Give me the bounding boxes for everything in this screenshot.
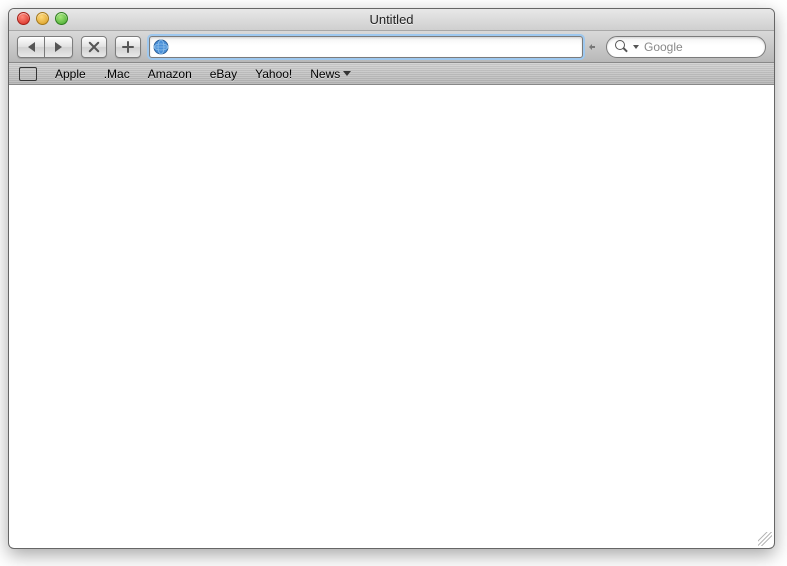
snapback-button[interactable] [586,36,598,58]
bookmark-item-yahoo[interactable]: Yahoo! [255,67,292,81]
bookmark-label: News [310,67,340,81]
address-bar[interactable] [149,36,583,58]
search-field[interactable] [606,36,766,58]
minimize-button[interactable] [36,12,49,25]
add-bookmark-button[interactable] [115,36,141,58]
browser-window: Untitled [8,8,775,549]
chevron-down-icon [343,71,351,76]
traffic-lights [17,12,68,25]
toolbar [9,31,774,63]
bookmark-label: .Mac [104,67,130,81]
arrow-left-icon [28,42,35,52]
bookmark-item-ebay[interactable]: eBay [210,67,237,81]
window-title: Untitled [369,12,413,27]
back-button[interactable] [17,36,45,58]
bookmarks-bar: Apple .Mac Amazon eBay Yahoo! News [9,63,774,85]
stop-button[interactable] [81,36,107,58]
back-forward-group [17,36,73,58]
titlebar[interactable]: Untitled [9,9,774,31]
bookmark-item-amazon[interactable]: Amazon [148,67,192,81]
bookmark-item-apple[interactable]: Apple [55,67,86,81]
snapback-icon [588,43,596,51]
bookmarks-icon[interactable] [19,67,37,81]
zoom-button[interactable] [55,12,68,25]
search-input[interactable] [644,40,775,54]
bookmark-item-mac[interactable]: .Mac [104,67,130,81]
address-bar-wrap [149,36,598,58]
bookmark-label: Amazon [148,67,192,81]
arrow-right-icon [55,42,62,52]
bookmark-label: Yahoo! [255,67,292,81]
forward-button[interactable] [45,36,73,58]
address-input[interactable] [169,40,579,54]
plus-icon [122,41,134,53]
x-icon [88,41,100,53]
content-area [10,86,773,547]
bookmark-label: eBay [210,67,237,81]
globe-icon [153,39,169,55]
chevron-down-icon [633,45,639,49]
search-icon [615,40,628,53]
close-button[interactable] [17,12,30,25]
resize-handle[interactable] [758,532,772,546]
bookmark-label: Apple [55,67,86,81]
bookmark-folder-news[interactable]: News [310,67,351,81]
